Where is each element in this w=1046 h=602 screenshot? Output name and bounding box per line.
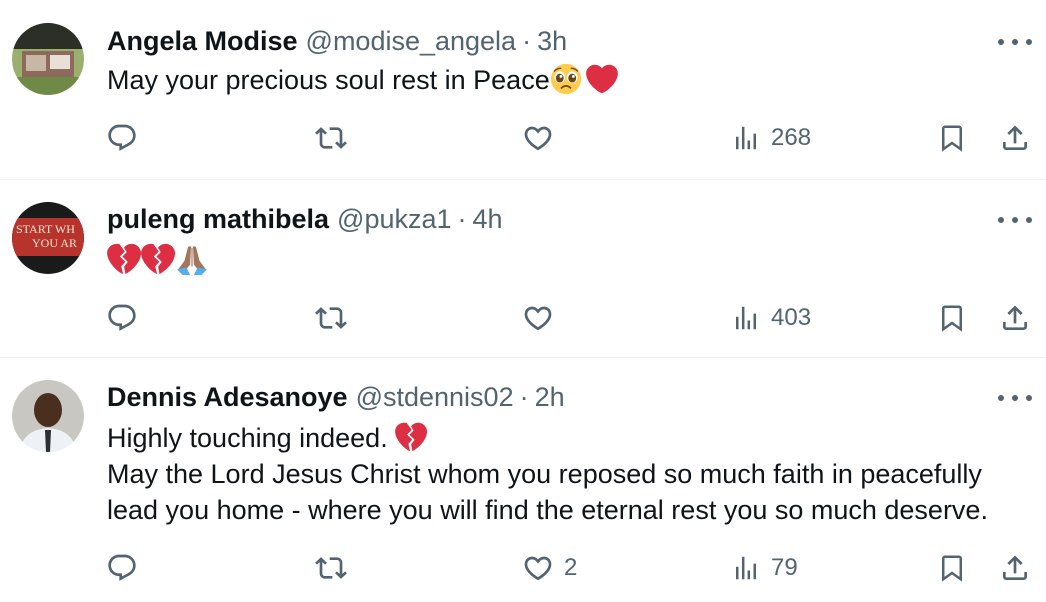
avatar[interactable] <box>12 23 84 95</box>
share-button[interactable] <box>999 118 1031 158</box>
views-count: 268 <box>771 124 812 151</box>
share-icon <box>999 302 1031 334</box>
like-button[interactable] <box>522 298 564 338</box>
reply-button[interactable] <box>106 118 148 158</box>
broken-heart-icon <box>141 242 175 276</box>
reply-button[interactable] <box>106 298 148 338</box>
views-button[interactable]: 79 <box>731 548 798 588</box>
repost-button[interactable] <box>314 298 358 338</box>
action-bar: 268 <box>0 118 1046 158</box>
reply-icon <box>106 302 138 334</box>
post-text-line: Highly touching indeed. <box>107 423 396 453</box>
views-count: 403 <box>771 304 812 331</box>
share-icon <box>999 552 1031 584</box>
folded-hands-icon <box>175 242 209 276</box>
post-3[interactable]: Dennis Adesanoye @stdennis02 · 2h Highly… <box>0 358 1046 602</box>
timestamp[interactable]: 3h <box>537 24 567 58</box>
red-heart-icon <box>585 63 619 95</box>
author-handle[interactable]: @modise_angela <box>306 24 517 58</box>
repost-button[interactable] <box>314 548 358 588</box>
like-button[interactable] <box>522 118 564 158</box>
repost-button[interactable] <box>314 118 358 158</box>
bookmark-icon <box>937 303 967 333</box>
post-2[interactable]: START WH YOU AR puleng mathibela @pukza1… <box>0 180 1046 358</box>
share-icon <box>999 122 1031 154</box>
pleading-face-icon <box>550 63 582 95</box>
more-icon[interactable] <box>998 388 1032 408</box>
post-text-line: May the Lord Jesus Christ whom you repos… <box>107 459 982 489</box>
like-count: 2 <box>564 554 578 581</box>
author-handle[interactable]: @stdennis02 <box>356 380 514 414</box>
avatar-text-line: START WH <box>16 222 75 236</box>
views-count: 79 <box>771 554 798 581</box>
reply-icon <box>106 122 138 154</box>
bookmark-button[interactable] <box>937 298 967 338</box>
repost-icon <box>314 552 348 584</box>
avatar[interactable] <box>12 380 84 452</box>
bookmark-button[interactable] <box>937 118 967 158</box>
views-icon <box>731 123 761 153</box>
timestamp[interactable]: 2h <box>535 380 565 414</box>
like-icon <box>522 302 554 334</box>
like-button[interactable]: 2 <box>522 548 577 588</box>
avatar-text-line: YOU AR <box>32 236 77 250</box>
more-icon[interactable] <box>998 210 1032 230</box>
views-icon <box>731 303 761 333</box>
like-icon <box>522 122 554 154</box>
bookmark-button[interactable] <box>937 548 967 588</box>
repost-icon <box>314 302 348 334</box>
post-text: Highly touching indeed. May the Lord Jes… <box>107 420 988 528</box>
bookmark-icon <box>937 553 967 583</box>
views-icon <box>731 553 761 583</box>
post-text-line: lead you home - where you will find the … <box>107 495 988 525</box>
repost-icon <box>314 122 348 154</box>
post-text: May your precious soul rest in Peace <box>107 62 619 98</box>
bookmark-icon <box>937 123 967 153</box>
views-button[interactable]: 403 <box>731 298 811 338</box>
like-icon <box>522 552 554 584</box>
author-name[interactable]: Dennis Adesanoye <box>107 380 348 414</box>
separator-dot: · <box>522 26 532 56</box>
author-name[interactable]: Angela Modise <box>107 24 298 58</box>
reply-button[interactable] <box>106 548 148 588</box>
broken-heart-icon <box>395 421 427 453</box>
views-button[interactable]: 268 <box>731 118 811 158</box>
action-bar: 2 79 <box>0 548 1046 588</box>
separator-dot: · <box>519 382 529 412</box>
share-button[interactable] <box>999 548 1031 588</box>
timestamp[interactable]: 4h <box>473 202 503 236</box>
separator-dot: · <box>457 204 467 234</box>
broken-heart-icon <box>107 242 141 276</box>
reply-icon <box>106 552 138 584</box>
action-bar: 403 <box>0 298 1046 338</box>
share-button[interactable] <box>999 298 1031 338</box>
avatar[interactable]: START WH YOU AR <box>12 202 84 274</box>
post-text-line: May your precious soul rest in Peace <box>107 65 550 95</box>
more-icon[interactable] <box>998 32 1032 52</box>
author-name[interactable]: puleng mathibela <box>107 202 329 236</box>
author-handle[interactable]: @pukza1 <box>337 202 451 236</box>
post-text <box>107 242 209 279</box>
post-1[interactable]: Angela Modise @modise_angela · 3h May yo… <box>0 0 1046 180</box>
